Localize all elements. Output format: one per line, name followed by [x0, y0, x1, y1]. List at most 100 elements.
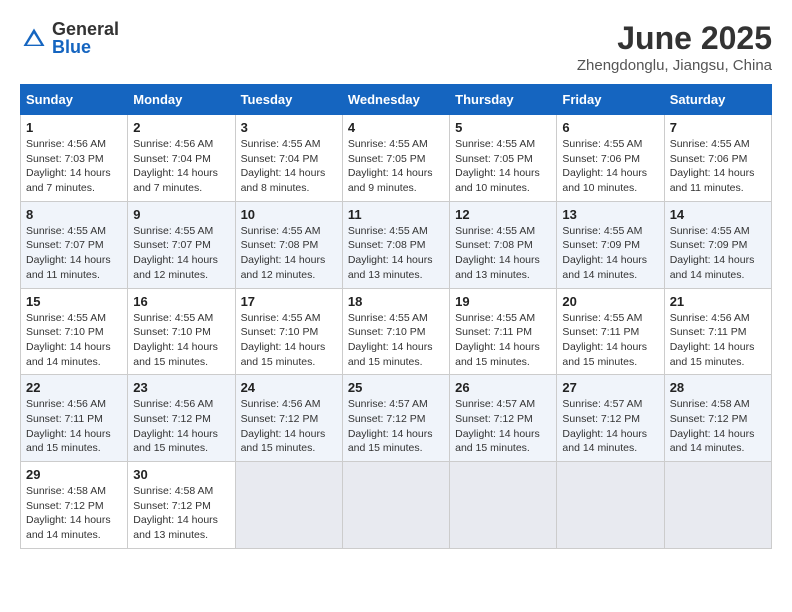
day-number-3-6: 28	[670, 380, 766, 395]
cell-1-6: 14 Sunrise: 4:55 AMSunset: 7:09 PMDayligh…	[664, 201, 771, 288]
day-number-2-6: 21	[670, 294, 766, 309]
location-title: Zhengdonglu, Jiangsu, China	[577, 57, 772, 74]
cell-1-1: 9 Sunrise: 4:55 AMSunset: 7:07 PMDaylight…	[128, 201, 235, 288]
header-monday: Monday	[128, 85, 235, 115]
cell-4-0: 29Sunrise: 4:58 AMSunset: 7:12 PMDayligh…	[21, 462, 128, 549]
day-info-4-0: Sunrise: 4:58 AMSunset: 7:12 PMDaylight:…	[26, 484, 122, 543]
day-info-2-5: Sunrise: 4:55 AMSunset: 7:11 PMDaylight:…	[562, 311, 658, 370]
day-info-0-4: Sunrise: 4:55 AMSunset: 7:05 PMDaylight:…	[455, 137, 551, 196]
week-row-1: 8 Sunrise: 4:55 AMSunset: 7:07 PMDaylight…	[21, 201, 772, 288]
day-number-2-0: 15	[26, 294, 122, 309]
day-info-0-0: Sunrise: 4:56 AMSunset: 7:03 PMDaylight:…	[26, 137, 122, 196]
day-number-1-2: 10	[241, 207, 337, 222]
day-number-0-2: 3	[241, 120, 337, 135]
day-info-2-4: Sunrise: 4:55 AMSunset: 7:11 PMDaylight:…	[455, 311, 551, 370]
header-row: Sunday Monday Tuesday Wednesday Thursday…	[21, 85, 772, 115]
day-number-0-3: 4	[348, 120, 444, 135]
logo: General Blue	[20, 20, 119, 58]
cell-3-1: 23 Sunrise: 4:56 AMSunset: 7:12 PMDayligh…	[128, 375, 235, 462]
day-number-4-1: 30	[133, 467, 229, 482]
cell-3-4: 26 Sunrise: 4:57 AMSunset: 7:12 PMDayligh…	[450, 375, 557, 462]
day-info-4-1: Sunrise: 4:58 AMSunset: 7:12 PMDaylight:…	[133, 484, 229, 543]
day-number-2-5: 20	[562, 294, 658, 309]
day-number-0-1: 2	[133, 120, 229, 135]
title-area: June 2025 Zhengdonglu, Jiangsu, China	[577, 20, 772, 74]
day-info-3-1: Sunrise: 4:56 AMSunset: 7:12 PMDaylight:…	[133, 397, 229, 456]
cell-4-3	[342, 462, 449, 549]
day-info-2-0: Sunrise: 4:55 AMSunset: 7:10 PMDaylight:…	[26, 311, 122, 370]
day-info-1-3: Sunrise: 4:55 AMSunset: 7:08 PMDaylight:…	[348, 224, 444, 283]
week-row-2: 15 Sunrise: 4:55 AMSunset: 7:10 PMDayligh…	[21, 288, 772, 375]
header-tuesday: Tuesday	[235, 85, 342, 115]
cell-2-1: 16 Sunrise: 4:55 AMSunset: 7:10 PMDayligh…	[128, 288, 235, 375]
day-number-3-3: 25	[348, 380, 444, 395]
day-number-2-1: 16	[133, 294, 229, 309]
day-number-3-4: 26	[455, 380, 551, 395]
cell-4-1: 30 Sunrise: 4:58 AMSunset: 7:12 PMDayligh…	[128, 462, 235, 549]
cell-3-6: 28 Sunrise: 4:58 AMSunset: 7:12 PMDayligh…	[664, 375, 771, 462]
month-title: June 2025	[577, 20, 772, 57]
day-info-2-1: Sunrise: 4:55 AMSunset: 7:10 PMDaylight:…	[133, 311, 229, 370]
header-friday: Friday	[557, 85, 664, 115]
day-info-1-1: Sunrise: 4:55 AMSunset: 7:07 PMDaylight:…	[133, 224, 229, 283]
day-info-1-4: Sunrise: 4:55 AMSunset: 7:08 PMDaylight:…	[455, 224, 551, 283]
day-number-3-0: 22	[26, 380, 122, 395]
page-header: General Blue June 2025 Zhengdonglu, Jian…	[20, 20, 772, 74]
cell-0-1: 2 Sunrise: 4:56 AMSunset: 7:04 PMDaylight…	[128, 115, 235, 202]
cell-0-6: 7 Sunrise: 4:55 AMSunset: 7:06 PMDaylight…	[664, 115, 771, 202]
day-number-3-5: 27	[562, 380, 658, 395]
cell-0-2: 3Sunrise: 4:55 AMSunset: 7:04 PMDaylight…	[235, 115, 342, 202]
day-number-1-0: 8	[26, 207, 122, 222]
week-row-4: 29Sunrise: 4:58 AMSunset: 7:12 PMDayligh…	[21, 462, 772, 549]
day-info-2-6: Sunrise: 4:56 AMSunset: 7:11 PMDaylight:…	[670, 311, 766, 370]
week-row-0: 1 Sunrise: 4:56 AMSunset: 7:03 PMDaylight…	[21, 115, 772, 202]
logo-icon	[20, 25, 48, 53]
day-info-0-3: Sunrise: 4:55 AMSunset: 7:05 PMDaylight:…	[348, 137, 444, 196]
cell-1-0: 8Sunrise: 4:55 AMSunset: 7:07 PMDaylight…	[21, 201, 128, 288]
day-info-0-5: Sunrise: 4:55 AMSunset: 7:06 PMDaylight:…	[562, 137, 658, 196]
day-number-2-3: 18	[348, 294, 444, 309]
day-info-3-5: Sunrise: 4:57 AMSunset: 7:12 PMDaylight:…	[562, 397, 658, 456]
day-number-3-2: 24	[241, 380, 337, 395]
day-info-0-1: Sunrise: 4:56 AMSunset: 7:04 PMDaylight:…	[133, 137, 229, 196]
day-number-1-3: 11	[348, 207, 444, 222]
day-info-3-0: Sunrise: 4:56 AMSunset: 7:11 PMDaylight:…	[26, 397, 122, 456]
calendar-table: Sunday Monday Tuesday Wednesday Thursday…	[20, 84, 772, 549]
cell-0-4: 5 Sunrise: 4:55 AMSunset: 7:05 PMDaylight…	[450, 115, 557, 202]
day-info-1-2: Sunrise: 4:55 AMSunset: 7:08 PMDaylight:…	[241, 224, 337, 283]
cell-3-5: 27 Sunrise: 4:57 AMSunset: 7:12 PMDayligh…	[557, 375, 664, 462]
cell-2-4: 19Sunrise: 4:55 AMSunset: 7:11 PMDayligh…	[450, 288, 557, 375]
cell-2-0: 15 Sunrise: 4:55 AMSunset: 7:10 PMDayligh…	[21, 288, 128, 375]
day-number-2-2: 17	[241, 294, 337, 309]
cell-0-0: 1 Sunrise: 4:56 AMSunset: 7:03 PMDaylight…	[21, 115, 128, 202]
cell-3-3: 25Sunrise: 4:57 AMSunset: 7:12 PMDayligh…	[342, 375, 449, 462]
cell-2-2: 17Sunrise: 4:55 AMSunset: 7:10 PMDayligh…	[235, 288, 342, 375]
day-number-0-5: 6	[562, 120, 658, 135]
logo-blue: Blue	[52, 37, 91, 57]
day-info-2-3: Sunrise: 4:55 AMSunset: 7:10 PMDaylight:…	[348, 311, 444, 370]
day-number-1-5: 13	[562, 207, 658, 222]
day-info-0-6: Sunrise: 4:55 AMSunset: 7:06 PMDaylight:…	[670, 137, 766, 196]
cell-2-3: 18 Sunrise: 4:55 AMSunset: 7:10 PMDayligh…	[342, 288, 449, 375]
day-number-0-6: 7	[670, 120, 766, 135]
cell-0-5: 6 Sunrise: 4:55 AMSunset: 7:06 PMDaylight…	[557, 115, 664, 202]
cell-1-3: 11 Sunrise: 4:55 AMSunset: 7:08 PMDayligh…	[342, 201, 449, 288]
cell-4-5	[557, 462, 664, 549]
cell-0-3: 4 Sunrise: 4:55 AMSunset: 7:05 PMDaylight…	[342, 115, 449, 202]
day-info-3-6: Sunrise: 4:58 AMSunset: 7:12 PMDaylight:…	[670, 397, 766, 456]
day-number-0-0: 1	[26, 120, 122, 135]
day-number-0-4: 5	[455, 120, 551, 135]
cell-3-0: 22 Sunrise: 4:56 AMSunset: 7:11 PMDayligh…	[21, 375, 128, 462]
day-number-1-1: 9	[133, 207, 229, 222]
day-number-3-1: 23	[133, 380, 229, 395]
day-info-1-6: Sunrise: 4:55 AMSunset: 7:09 PMDaylight:…	[670, 224, 766, 283]
cell-4-4	[450, 462, 557, 549]
day-number-1-6: 14	[670, 207, 766, 222]
week-row-3: 22 Sunrise: 4:56 AMSunset: 7:11 PMDayligh…	[21, 375, 772, 462]
day-info-3-2: Sunrise: 4:56 AMSunset: 7:12 PMDaylight:…	[241, 397, 337, 456]
logo-general: General	[52, 20, 119, 38]
cell-4-6	[664, 462, 771, 549]
day-info-3-4: Sunrise: 4:57 AMSunset: 7:12 PMDaylight:…	[455, 397, 551, 456]
day-info-1-5: Sunrise: 4:55 AMSunset: 7:09 PMDaylight:…	[562, 224, 658, 283]
header-sunday: Sunday	[21, 85, 128, 115]
